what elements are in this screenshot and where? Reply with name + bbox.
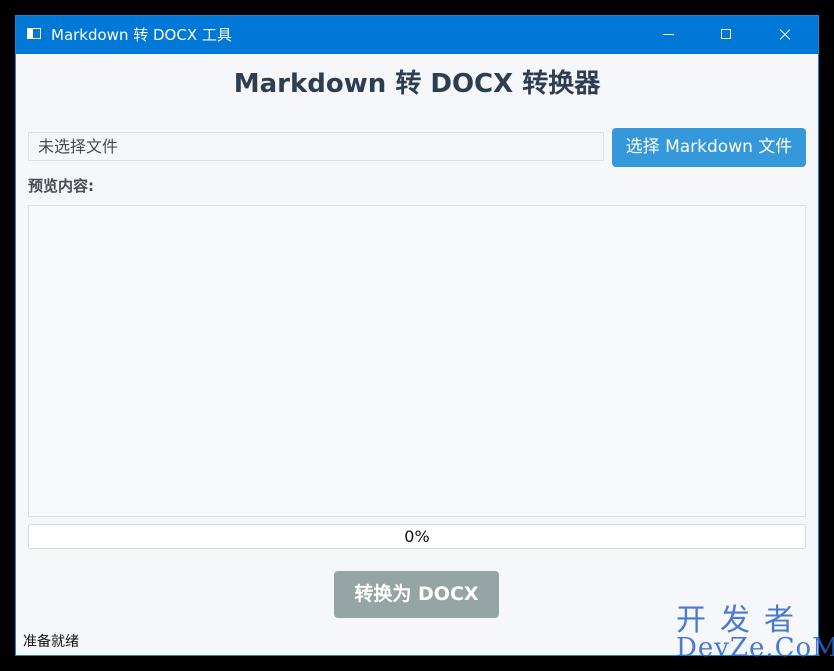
- maximize-button[interactable]: [698, 16, 756, 54]
- convert-to-docx-button[interactable]: 转换为 DOCX: [334, 571, 499, 618]
- progress-text: 0%: [404, 527, 430, 546]
- maximize-icon: [721, 29, 731, 39]
- page-title: Markdown 转 DOCX 转换器: [233, 69, 601, 99]
- status-text: 准备就绪: [23, 634, 79, 650]
- watermark-logo: 开发者 DevZe.CoM: [676, 604, 834, 663]
- title-bar[interactable]: Markdown 转 DOCX 工具: [16, 16, 818, 54]
- preview-textarea[interactable]: [28, 205, 806, 517]
- window-title: Markdown 转 DOCX 工具: [51, 26, 232, 44]
- close-button[interactable]: [756, 16, 814, 54]
- preview-label: 预览内容:: [28, 177, 94, 195]
- window-app-icon: [27, 28, 41, 39]
- progress-bar: 0%: [28, 524, 806, 549]
- watermark-line2: DevZe.CoM: [676, 633, 834, 663]
- select-markdown-file-button[interactable]: 选择 Markdown 文件: [612, 128, 806, 167]
- app-window: Markdown 转 DOCX 工具 Markdown 转 DOCX 转换器 未…: [16, 16, 834, 662]
- minimize-icon: [663, 34, 674, 35]
- close-icon: [779, 28, 791, 40]
- file-path-field[interactable]: 未选择文件: [28, 132, 604, 161]
- minimize-button[interactable]: [640, 16, 698, 54]
